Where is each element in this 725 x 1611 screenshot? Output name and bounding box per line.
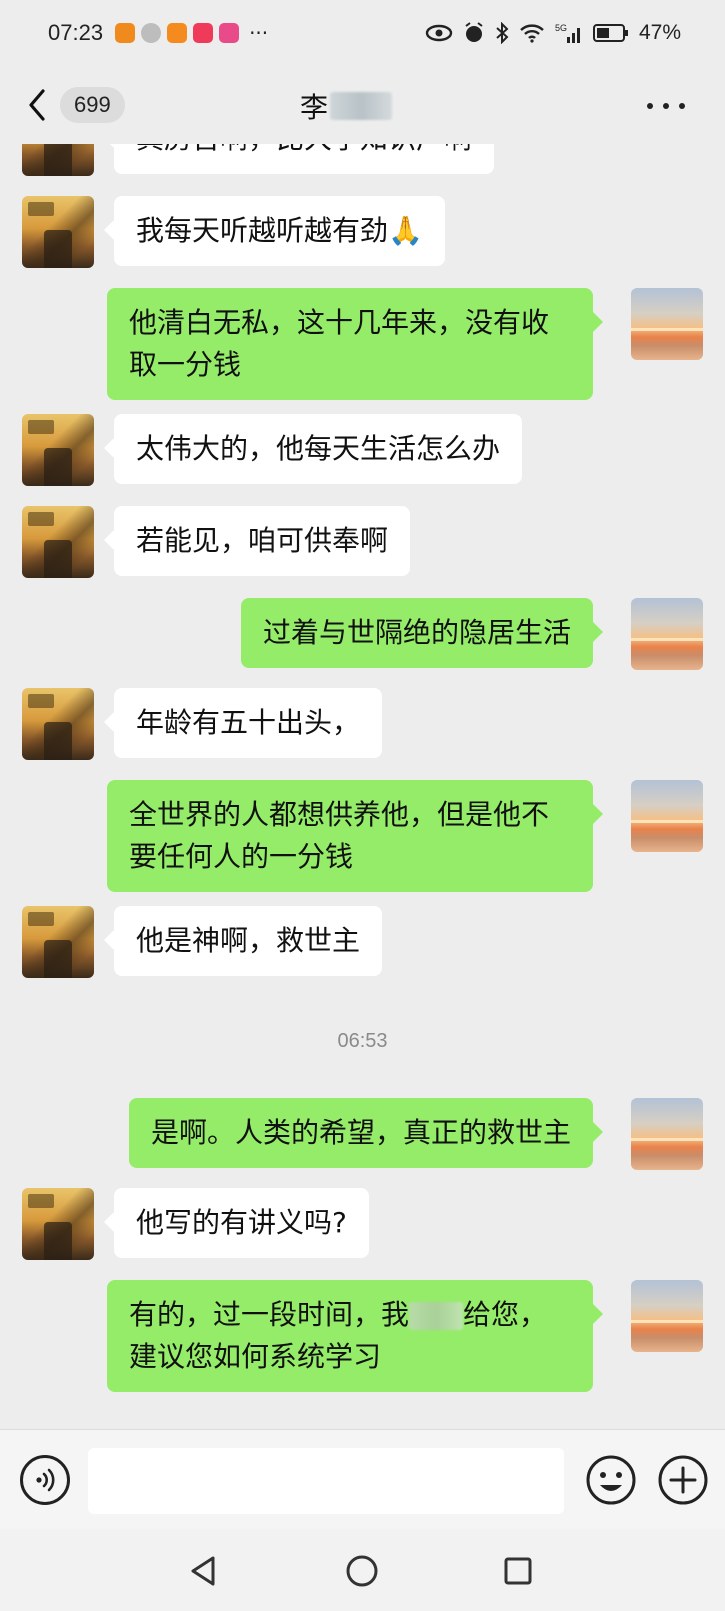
system-navigation-bar <box>0 1529 725 1611</box>
message-bubble[interactable]: 真房否啊，比大学知识广啊 <box>103 144 495 174</box>
app-notification-icon <box>115 23 136 43</box>
contact-avatar[interactable] <box>22 1188 94 1260</box>
more-dot <box>663 103 669 109</box>
self-avatar[interactable] <box>631 1098 703 1170</box>
signal-5g-icon: 5G <box>555 23 580 43</box>
voice-icon <box>36 1468 55 1492</box>
voice-button[interactable] <box>20 1455 70 1505</box>
message-timestamp: 06:53 <box>337 1030 388 1052</box>
contact-avatar[interactable] <box>22 414 94 486</box>
app-notification-icon <box>193 23 214 43</box>
circle-home-icon <box>346 1555 378 1587</box>
emoji-button[interactable] <box>584 1453 638 1507</box>
message-bubble[interactable]: 他是神啊，救世主 <box>103 906 383 976</box>
chat-title[interactable]: 李 <box>300 86 393 126</box>
square-recent-icon <box>504 1557 532 1585</box>
more-actions-button[interactable] <box>656 1453 710 1507</box>
message-bubble[interactable]: 有的，过一段时间，我 给您，建议您如何系统学习 <box>107 1280 603 1392</box>
nav-home-button[interactable] <box>338 1547 386 1595</box>
eye-icon <box>425 24 453 42</box>
message-bubble[interactable]: 是啊。人类的希望，真正的救世主 <box>128 1098 604 1168</box>
redacted-text <box>409 1302 464 1330</box>
self-avatar[interactable] <box>631 1280 703 1352</box>
app-notification-icon <box>141 23 162 43</box>
message-text: 有的，过一段时间，我 <box>129 1298 410 1331</box>
self-avatar[interactable] <box>631 598 703 670</box>
wifi-icon <box>520 24 544 43</box>
plus-icon <box>658 1455 708 1505</box>
app-notification-icon <box>167 23 188 43</box>
more-options-button[interactable] <box>647 96 685 116</box>
message-bubble[interactable]: 全世界的人都想供养他，但是他不要任何人的一分钱 <box>107 780 603 892</box>
triangle-back-icon <box>191 1556 215 1586</box>
contact-avatar[interactable] <box>22 196 94 268</box>
svg-text:5G: 5G <box>555 23 567 33</box>
emoji-icon <box>586 1455 636 1505</box>
back-button[interactable]: 699 <box>28 83 148 127</box>
bluetooth-icon <box>496 22 509 44</box>
more-dot <box>679 103 685 109</box>
message-bubble[interactable]: 他写的有讲义吗? <box>104 1188 369 1258</box>
message-bubble[interactable]: 太伟大的，他每天生活怎么办 <box>103 414 523 484</box>
message-bubble[interactable]: 我每天听越听越有劲🙏 <box>104 196 445 266</box>
self-avatar[interactable] <box>631 780 703 852</box>
more-dots-icon <box>647 103 653 109</box>
message-bubble[interactable]: 过着与世隔绝的隐居生活 <box>240 598 604 668</box>
status-bar: 07:23 ··· 5G 47% <box>0 0 725 66</box>
chevron-left-icon <box>29 89 45 121</box>
message-input[interactable] <box>88 1448 564 1514</box>
message-bubble[interactable]: 年龄有五十出头， <box>103 688 383 758</box>
status-more: ··· <box>249 21 269 45</box>
contact-avatar[interactable] <box>22 906 94 978</box>
redacted-name <box>330 92 393 120</box>
message-bubble[interactable]: 他清白无私，这十几年来，没有收取一分钱 <box>107 288 603 400</box>
message-bubble[interactable]: 若能见，咱可供奉啊 <box>103 506 411 576</box>
battery-percent: 47% <box>638 21 681 44</box>
input-bar <box>0 1429 725 1529</box>
status-time: 07:23 <box>48 20 104 45</box>
contact-avatar[interactable] <box>22 506 94 578</box>
unread-count-badge: 699 <box>60 87 125 123</box>
contact-avatar[interactable] <box>22 688 94 760</box>
chat-header: 699 李 <box>0 66 725 144</box>
contact-avatar[interactable] <box>22 144 94 176</box>
nav-back-button[interactable] <box>180 1547 228 1595</box>
alarm-icon <box>465 22 483 42</box>
battery-icon <box>592 24 628 42</box>
self-avatar[interactable] <box>631 288 703 360</box>
chat-title-text: 李 <box>300 91 329 124</box>
nav-recent-button[interactable] <box>494 1547 542 1595</box>
message-list[interactable]: 真房否啊，比大学知识广啊 我每天听越听越有劲🙏 他清白无私，这十几年来，没有收取… <box>0 144 725 1429</box>
app-notification-icon <box>219 23 240 43</box>
